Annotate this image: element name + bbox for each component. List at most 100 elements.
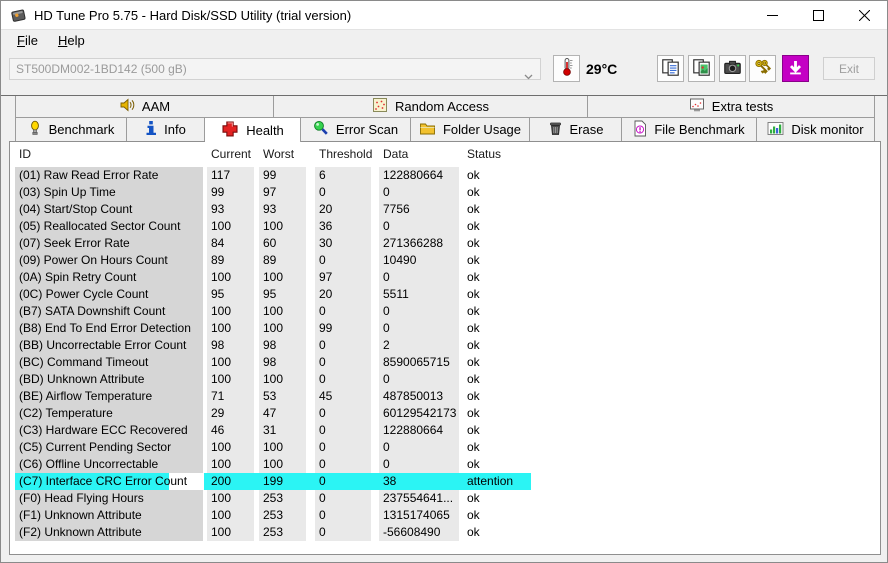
table-row[interactable]: (F1) Unknown Attribute 100 253 0 1315174065 o… [10, 507, 880, 524]
temperature-button[interactable] [553, 55, 580, 82]
cell-status: ok [463, 388, 535, 405]
cell-status: ok [463, 337, 535, 354]
chevron-down-icon [524, 66, 533, 86]
column-header-data[interactable]: Data [379, 142, 408, 167]
column-header-id[interactable]: ID [15, 142, 31, 167]
cell-id: (0C) Power Cycle Count [15, 286, 203, 303]
copy-text-icon [661, 58, 680, 80]
cell-status: attention [467, 474, 514, 488]
table-row[interactable]: (C3) Hardware ECC Recovered 46 31 0 12288066… [10, 422, 880, 439]
maximize-button[interactable] [795, 1, 841, 30]
table-row[interactable]: (03) Spin Up Time 99 97 0 0 ok [10, 184, 880, 201]
cell-current: 100 [207, 490, 254, 507]
cell-threshold: 97 [315, 269, 371, 286]
cell-data: 7756 [379, 201, 459, 218]
table-row[interactable]: (04) Start/Stop Count 93 93 20 7756 ok [10, 201, 880, 218]
table-row[interactable]: (F2) Unknown Attribute 100 253 0 -56608490 ok [10, 524, 880, 541]
cell-worst: 98 [259, 337, 306, 354]
tab-label: Erase [569, 122, 604, 137]
cell-id: (BE) Airflow Temperature [15, 388, 203, 405]
table-row[interactable]: (B8) End To End Error Detection 100 100 99 0… [10, 320, 880, 337]
cell-worst: 100 [259, 218, 306, 235]
cell-worst: 95 [259, 286, 306, 303]
cell-threshold: 0 [319, 474, 326, 488]
cell-id: (B8) End To End Error Detection [15, 320, 203, 337]
cell-worst: 47 [259, 405, 306, 422]
tab-file-benchmark[interactable]: File Benchmark [622, 118, 757, 141]
tab-benchmark[interactable]: Benchmark [15, 118, 127, 141]
cell-current: 46 [207, 422, 254, 439]
column-header-status[interactable]: Status [463, 142, 501, 167]
tab-info[interactable]: Info [127, 118, 205, 141]
folder-icon [419, 121, 436, 139]
menu-file[interactable]: File [7, 31, 48, 51]
tab-disk-monitor[interactable]: Disk monitor [757, 118, 875, 141]
table-row[interactable]: (0A) Spin Retry Count 100 100 97 0 ok [10, 269, 880, 286]
close-button[interactable] [841, 1, 887, 30]
copy-text-button[interactable] [657, 55, 684, 82]
camera-icon [723, 58, 742, 80]
tab-label: File Benchmark [654, 122, 745, 137]
tab-label: Random Access [395, 99, 489, 114]
table-row[interactable]: (05) Reallocated Sector Count 100 100 36 0 ok [10, 218, 880, 235]
cell-threshold: 0 [315, 456, 371, 473]
cell-threshold: 6 [315, 167, 371, 184]
table-row[interactable]: (BB) Uncorrectable Error Count 98 98 0 2 ok [10, 337, 880, 354]
register-button[interactable] [749, 55, 776, 82]
tab-random-access[interactable]: Random Access [274, 96, 588, 118]
cell-data: 122880664 [379, 167, 459, 184]
tab-aam[interactable]: AAM [15, 96, 274, 118]
exit-button[interactable]: Exit [823, 57, 875, 80]
cell-id: (F2) Unknown Attribute [15, 524, 203, 541]
table-row[interactable]: (09) Power On Hours Count 89 89 0 10490 ok [10, 252, 880, 269]
table-row[interactable]: (01) Raw Read Error Rate 117 99 6 122880664 o… [10, 167, 880, 184]
table-row[interactable]: (BE) Airflow Temperature 71 53 45 487850013 o… [10, 388, 880, 405]
table-row[interactable]: (BC) Command Timeout 100 98 0 8590065715 ok [10, 354, 880, 371]
cell-worst: 253 [259, 524, 306, 541]
copy-image-button[interactable] [688, 55, 715, 82]
cell-worst: 99 [259, 167, 306, 184]
table-row[interactable]: (C5) Current Pending Sector 100 100 0 0 ok [10, 439, 880, 456]
table-row[interactable]: (0C) Power Cycle Count 95 95 20 5511 ok [10, 286, 880, 303]
cell-threshold: 0 [315, 524, 371, 541]
tab-extra-tests[interactable]: Extra tests [588, 96, 875, 118]
file-benchmark-icon [633, 120, 647, 140]
tab-error-scan[interactable]: Error Scan [301, 118, 411, 141]
cell-data: 0 [379, 320, 459, 337]
table-row[interactable]: (07) Seek Error Rate 84 60 30 271366288 ok [10, 235, 880, 252]
drive-select[interactable]: ST500DM002-1BD142 (500 gB) [9, 58, 541, 80]
cell-data: 487850013 [379, 388, 459, 405]
table-row[interactable]: (C2) Temperature 29 47 0 60129542173 ok [10, 405, 880, 422]
menu-help[interactable]: Help [48, 31, 95, 51]
cell-status: ok [463, 320, 535, 337]
column-header-threshold[interactable]: Threshold [315, 142, 372, 167]
cell-current: 84 [207, 235, 254, 252]
cell-status: ok [463, 167, 535, 184]
cell-status: ok [463, 456, 535, 473]
table-row[interactable]: (C7) Interface CRC Error Count 200 199 0 38 a… [10, 473, 880, 490]
screenshot-button[interactable] [719, 55, 746, 82]
cell-data: 1315174065 [379, 507, 459, 524]
tab-erase[interactable]: Erase [530, 118, 622, 141]
table-row[interactable]: (F0) Head Flying Hours 100 253 0 237554641..… [10, 490, 880, 507]
minimize-button[interactable] [749, 1, 795, 30]
table-row[interactable]: (BD) Unknown Attribute 100 100 0 0 ok [10, 371, 880, 388]
cell-id: (C5) Current Pending Sector [15, 439, 203, 456]
extra-tests-icon [689, 97, 705, 116]
table-row[interactable]: (B7) SATA Downshift Count 100 100 0 0 ok [10, 303, 880, 320]
cell-worst: 100 [259, 439, 306, 456]
cell-current: 100 [207, 320, 254, 337]
cell-worst: 199 [263, 474, 284, 488]
column-header-current[interactable]: Current [207, 142, 251, 167]
tab-row-secondary: AAM Random Access Extra tests [1, 96, 887, 118]
cell-data: -56608490 [379, 524, 459, 541]
tab-folder-usage[interactable]: Folder Usage [411, 118, 530, 141]
cell-worst: 100 [259, 269, 306, 286]
tab-health[interactable]: Health [205, 118, 301, 142]
cell-data: 0 [379, 269, 459, 286]
table-row[interactable]: (C6) Offline Uncorrectable 100 100 0 0 ok [10, 456, 880, 473]
cell-data: 122880664 [379, 422, 459, 439]
column-header-worst[interactable]: Worst [259, 142, 294, 167]
update-download-button[interactable] [782, 55, 809, 82]
cell-current: 100 [207, 439, 254, 456]
